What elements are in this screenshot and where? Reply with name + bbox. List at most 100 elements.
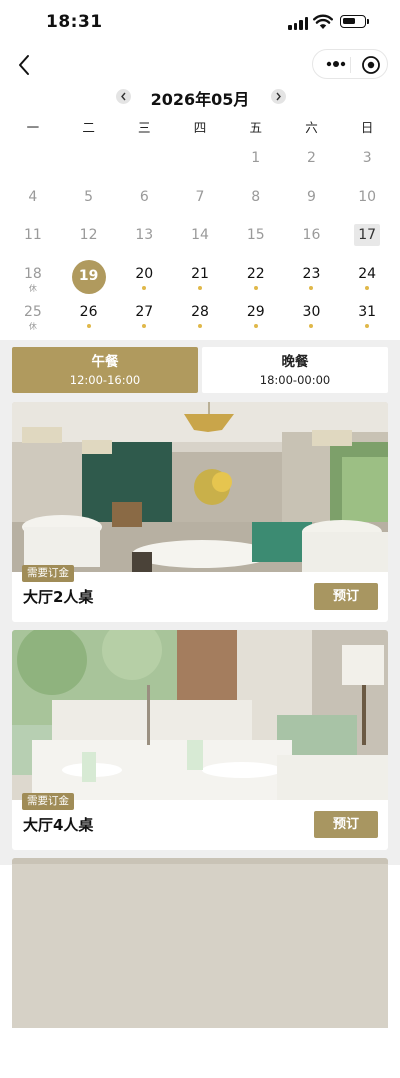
restaurant-table-photo (12, 630, 388, 800)
calendar-day[interactable]: 23 (284, 258, 340, 297)
calendar-day-number: 11 (23, 227, 42, 243)
calendar-day: 12 (61, 219, 117, 258)
availability-dot (198, 285, 203, 290)
calendar-day: 5 (61, 181, 117, 220)
calendar-day: 13 (116, 219, 172, 258)
cellular-signal-icon (288, 16, 310, 30)
availability-dot (365, 324, 370, 328)
calendar-day[interactable]: 27 (116, 296, 172, 335)
calendar-day: 2 (284, 142, 340, 181)
availability-dot (86, 324, 91, 328)
calendar-day: 18 休 (5, 258, 61, 297)
calendar-day: 15 (228, 219, 284, 258)
month-title: 2026年05月 (150, 90, 250, 109)
table-section: 午餐 12:00-16:00 晚餐 18:00-00:00 需要订金 大厅2人桌… (0, 340, 400, 1078)
calendar-day-number: 21 (191, 265, 209, 282)
table-card[interactable]: 需要订金 大厅2人桌 预订 (12, 402, 388, 622)
calendar-day: 7 (172, 181, 228, 220)
calendar-day: 17 (339, 219, 395, 258)
calendar-day-number: 14 (191, 227, 209, 243)
weekday-label: 六 (305, 120, 318, 135)
tab-dinner[interactable]: 晚餐 18:00-00:00 (202, 347, 388, 393)
weekday-label: 二 (82, 120, 95, 135)
calendar-day[interactable]: 19 (61, 258, 117, 297)
calendar-day[interactable]: 26 (61, 296, 117, 335)
more-dots-icon[interactable] (322, 56, 350, 72)
capsule-divider (350, 57, 351, 73)
calendar-grid: 1 2 3 4 5 6 7 8 9 10 11 12 13 14 15 16 17 18 休 19 20 21 22 23 24… (5, 142, 395, 335)
status-bar: 18:31 (0, 0, 400, 46)
calendar-day-number: 24 (358, 265, 377, 282)
restaurant-photo (12, 858, 388, 1028)
calendar-day[interactable]: 31 (339, 296, 395, 335)
calendar-week-row: 1 2 3 (5, 142, 395, 181)
target-circle-icon[interactable] (361, 55, 381, 75)
calendar-day[interactable]: 30 (284, 296, 340, 335)
table-card[interactable]: 需要订金 大厅4人桌 预订 (12, 630, 388, 850)
restaurant-hall-photo (12, 402, 388, 572)
tab-dinner-time: 18:00-00:00 (259, 373, 331, 387)
calendar-day: 1 (228, 142, 284, 181)
calendar-empty-cell (5, 142, 61, 181)
calendar-day: 11 (5, 219, 61, 258)
calendar: 一 二 三 四 五 六 日 1 2 3 4 5 6 7 8 9 10 11 12 13 14 15 16 17 1… (5, 114, 395, 335)
calendar-day-number: 8 (251, 188, 261, 205)
calendar-day-number: 1 (251, 150, 261, 166)
status-time: 18:31 (46, 12, 103, 32)
calendar-day-number: 18 (23, 265, 42, 282)
calendar-day-number: 13 (135, 227, 154, 243)
availability-dot (253, 324, 258, 328)
battery-tip (367, 19, 369, 24)
table-name: 大厅2人桌 (23, 588, 94, 606)
table-name: 大厅4人桌 (23, 816, 94, 834)
calendar-day: 6 (116, 181, 172, 220)
tab-dinner-label: 晚餐 (281, 354, 309, 370)
calendar-day-number: 16 (302, 227, 321, 243)
weekday-label: 五 (249, 120, 262, 135)
availability-dot (198, 324, 203, 328)
back-button[interactable] (12, 52, 38, 78)
availability-dot (142, 324, 147, 328)
calendar-empty-cell (61, 142, 117, 181)
calendar-day-number: 2 (306, 150, 316, 166)
calendar-week-row: 25 休 26 27 28 29 30 31 (5, 296, 395, 335)
calendar-empty-cell (116, 142, 172, 181)
battery-icon (340, 15, 366, 28)
calendar-day[interactable]: 22 (228, 258, 284, 297)
calendar-day: 16 (284, 219, 340, 258)
miniprogram-capsule (312, 49, 388, 79)
availability-dot (253, 285, 258, 290)
tab-lunch[interactable]: 午餐 12:00-16:00 (12, 347, 198, 393)
calendar-day[interactable]: 24 (339, 258, 395, 297)
calendar-day: 10 (339, 181, 395, 220)
deposit-badge: 需要订金 (22, 565, 74, 582)
calendar-day[interactable]: 29 (228, 296, 284, 335)
calendar-day-number: 22 (246, 265, 265, 282)
calendar-day-number: 3 (362, 150, 372, 166)
tab-lunch-time: 12:00-16:00 (69, 373, 141, 387)
deposit-badge: 需要订金 (22, 793, 74, 810)
availability-dot (309, 324, 314, 328)
rest-day-label: 休 (28, 322, 37, 331)
calendar-day-number: 9 (306, 188, 316, 205)
calendar-day-number: 28 (191, 304, 209, 320)
book-button[interactable]: 预订 (314, 583, 378, 610)
calendar-day: 25 休 (5, 296, 61, 335)
next-month-button[interactable] (271, 89, 286, 104)
calendar-day-number: 20 (135, 265, 154, 282)
weekday-label: 日 (360, 120, 374, 135)
calendar-day-number: 19 (78, 267, 99, 284)
prev-month-button[interactable] (116, 89, 131, 104)
calendar-day[interactable]: 21 (172, 258, 228, 297)
calendar-day: 9 (284, 181, 340, 220)
calendar-week-row: 11 12 13 14 15 16 17 (5, 219, 395, 258)
weekday-label: 四 (193, 120, 207, 135)
calendar-day-number: 12 (79, 227, 98, 243)
calendar-day[interactable]: 28 (172, 296, 228, 335)
availability-dot (142, 285, 147, 290)
calendar-day[interactable]: 20 (116, 258, 172, 297)
calendar-day: 4 (5, 181, 61, 220)
table-card[interactable] (12, 858, 388, 1078)
calendar-day-number: 6 (139, 188, 149, 205)
book-button[interactable]: 预订 (314, 811, 378, 838)
